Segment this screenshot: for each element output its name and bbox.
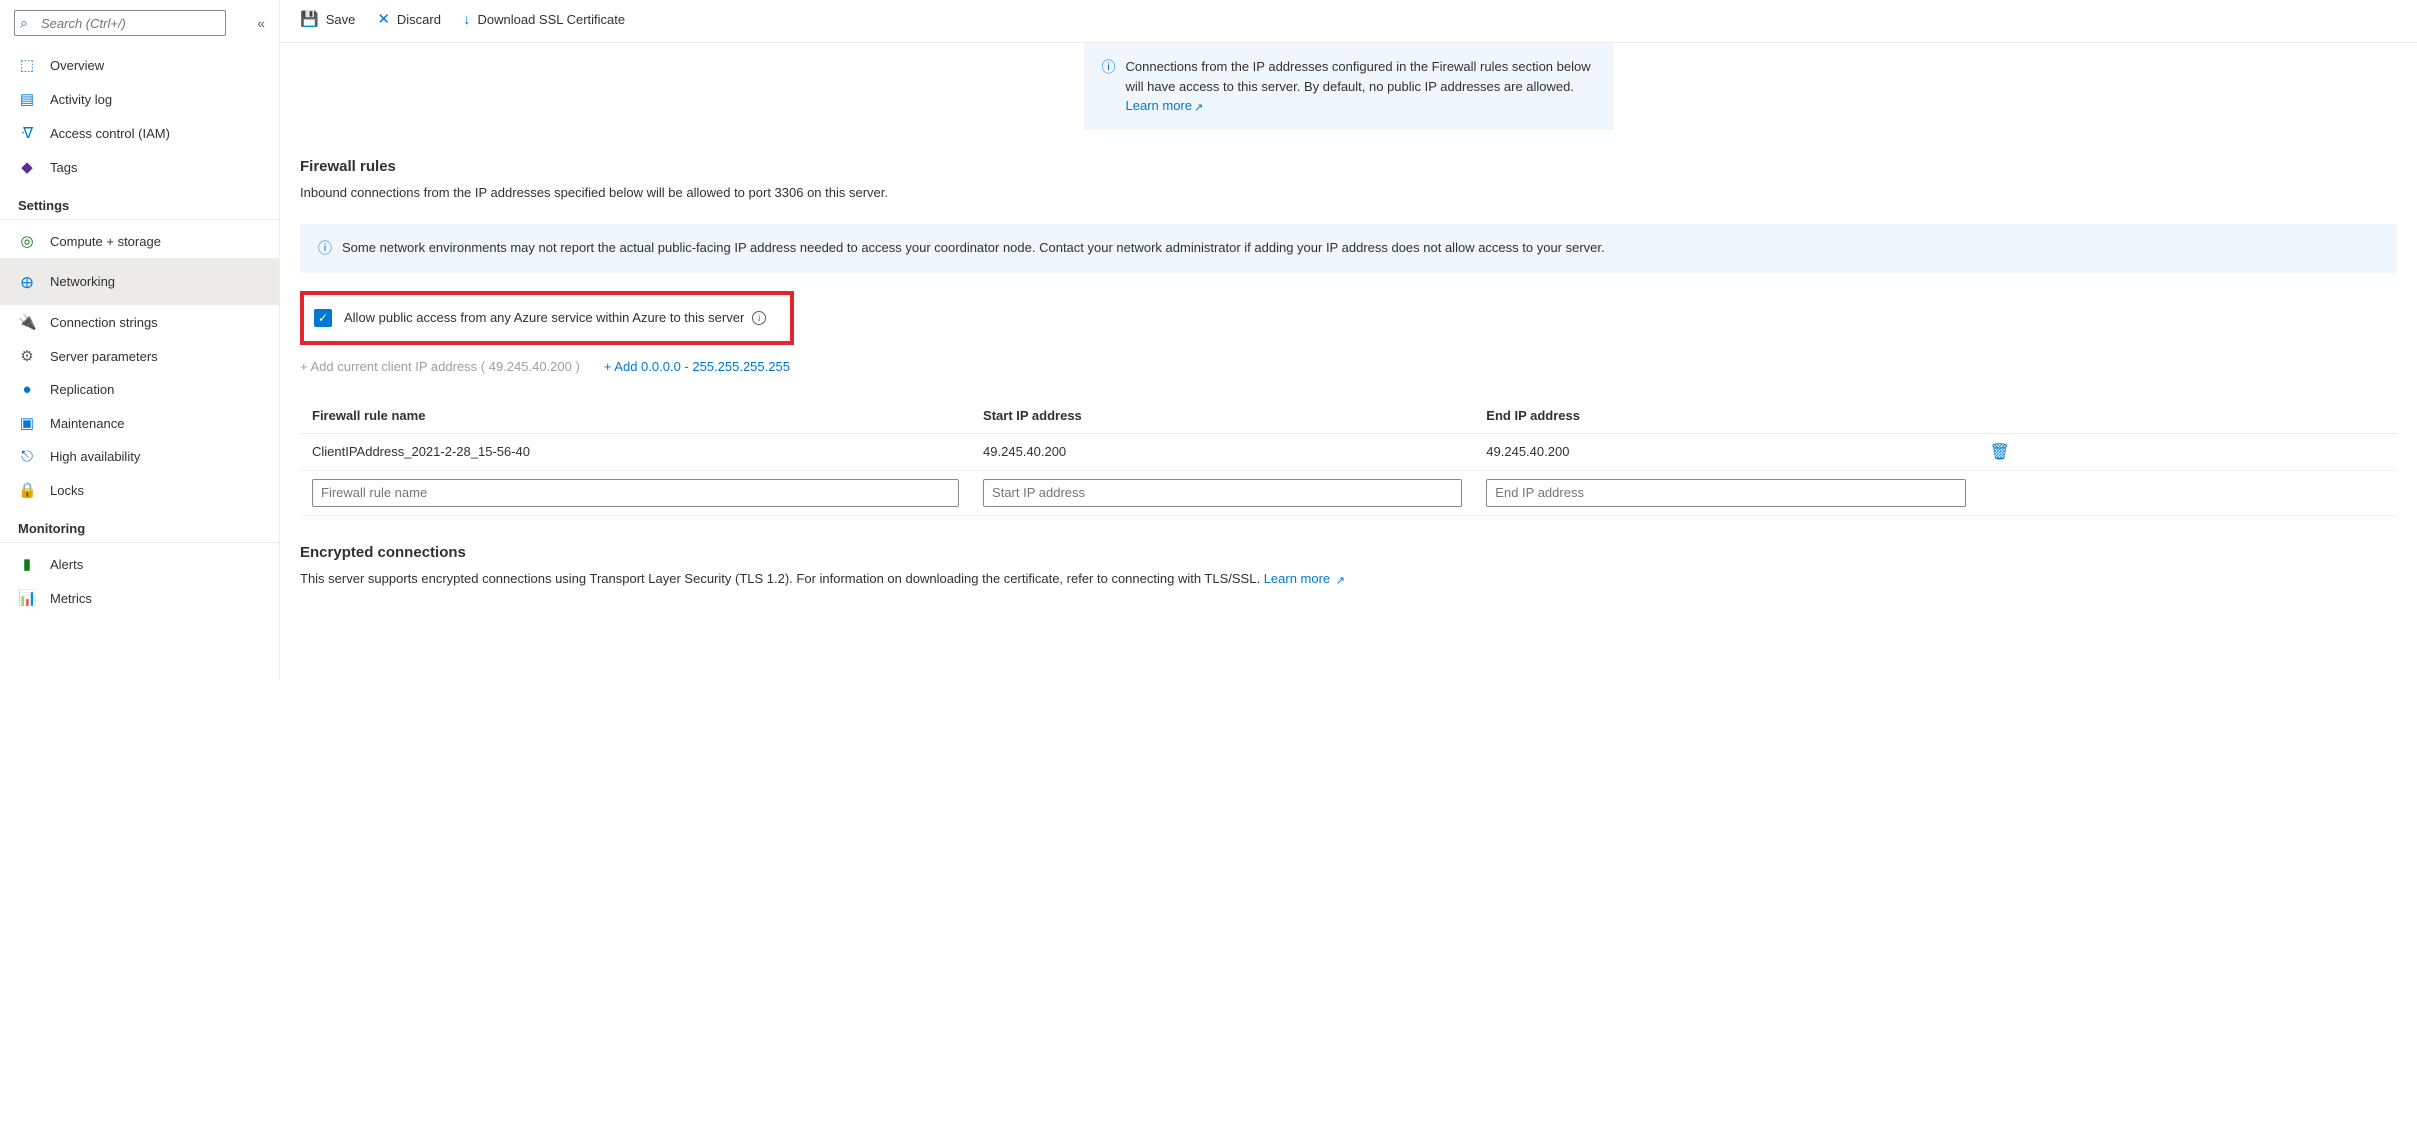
nav-label: Networking (50, 274, 115, 289)
sidebar-item-activity-log[interactable]: ▤ Activity log (0, 82, 279, 116)
sidebar: ⌕ « ⬚ Overview ▤ Activity log ᐌ Access contro… (0, 0, 280, 680)
nav-section-settings: Settings (0, 184, 279, 220)
nav-icon: 🔌 (18, 313, 36, 331)
nav-label: Compute + storage (50, 234, 161, 249)
nav-label: Access control (IAM) (50, 126, 170, 141)
discard-icon: ✕ (377, 10, 390, 28)
external-link-icon: ↗ (1194, 100, 1203, 117)
nav-icon: ▮ (18, 555, 36, 573)
sidebar-item-access-control-iam-[interactable]: ᐌ Access control (IAM) (0, 116, 279, 150)
firewall-rules-description: Inbound connections from the IP addresse… (300, 185, 2397, 200)
nav-icon: ▤ (18, 90, 36, 108)
encrypted-connections-description: This server supports encrypted connectio… (300, 571, 1264, 586)
sidebar-item-high-availability[interactable]: ⎋ High availability (0, 440, 279, 473)
nav-label: Overview (50, 58, 104, 73)
add-full-range-button[interactable]: + Add 0.0.0.0 - 255.255.255.255 (604, 359, 790, 374)
table-row: ClientIPAddress_2021-2-28_15-56-40 49.24… (300, 433, 2397, 470)
search-icon: ⌕ (20, 15, 28, 32)
nav-icon: ● (18, 381, 36, 398)
nav-icon: ▣ (18, 414, 36, 432)
sidebar-item-maintenance[interactable]: ▣ Maintenance (0, 406, 279, 440)
allow-azure-checkbox[interactable]: ✓ (314, 309, 332, 327)
sidebar-item-networking[interactable]: 🜨 Networking (0, 258, 279, 305)
table-row-new (300, 470, 2397, 515)
toolbar: 💾 Save ✕ Discard ↓ Download SSL Certific… (280, 0, 2417, 43)
sidebar-item-metrics[interactable]: 📊 Metrics (0, 581, 279, 615)
nav-label: Maintenance (50, 416, 124, 431)
search-input[interactable] (14, 10, 226, 36)
sidebar-item-alerts[interactable]: ▮ Alerts (0, 547, 279, 581)
nav-icon: 📊 (18, 589, 36, 607)
nav-icon: ᐌ (18, 124, 36, 142)
new-rule-name-input[interactable] (312, 479, 959, 507)
nav-label: Replication (50, 382, 114, 397)
info-box-network: ⓘ Some network environments may not repo… (300, 224, 2397, 273)
nav-label: Tags (50, 160, 77, 175)
save-button[interactable]: 💾 Save (300, 10, 355, 28)
nav-icon: ◆ (18, 158, 36, 176)
info-icon: ⓘ (318, 238, 332, 259)
nav-section-monitoring: Monitoring (0, 507, 279, 543)
sidebar-item-compute-storage[interactable]: ◎ Compute + storage (0, 224, 279, 258)
nav-label: Metrics (50, 591, 92, 606)
nav-label: Alerts (50, 557, 83, 572)
add-current-ip-button[interactable]: + Add current client IP address ( 49.245… (300, 359, 580, 374)
info-icon: ⓘ (1102, 57, 1116, 116)
nav-label: High availability (50, 449, 140, 464)
sidebar-item-overview[interactable]: ⬚ Overview (0, 48, 279, 82)
nav-label: Activity log (50, 92, 112, 107)
sidebar-item-tags[interactable]: ◆ Tags (0, 150, 279, 184)
collapse-sidebar-icon[interactable]: « (257, 15, 265, 31)
info-box-top: ⓘ Connections from the IP addresses conf… (1084, 43, 1614, 130)
delete-rule-icon[interactable]: 🗑 (1990, 444, 2010, 461)
nav-icon: ⚙ (18, 347, 36, 365)
allow-azure-label: Allow public access from any Azure servi… (344, 310, 744, 325)
nav-icon: ⬚ (18, 56, 36, 74)
nav-icon: ⎋ (18, 448, 36, 465)
learn-more-link[interactable]: Learn more↗ (1126, 98, 1204, 113)
download-icon: ↓ (463, 11, 471, 28)
new-end-ip-input[interactable] (1486, 479, 1965, 507)
download-ssl-button[interactable]: ↓ Download SSL Certificate (463, 11, 625, 28)
nav-icon: 🜨 (18, 266, 36, 297)
new-start-ip-input[interactable] (983, 479, 1462, 507)
discard-button[interactable]: ✕ Discard (377, 10, 441, 28)
nav-icon: ◎ (18, 232, 36, 250)
firewall-rules-heading: Firewall rules (300, 158, 2397, 175)
sidebar-item-replication[interactable]: ● Replication (0, 373, 279, 406)
col-rule-name: Firewall rule name (300, 398, 971, 434)
nav-icon: 🔒 (18, 481, 36, 499)
col-start-ip: Start IP address (971, 398, 1474, 434)
nav-label: Server parameters (50, 349, 158, 364)
sidebar-item-locks[interactable]: 🔒 Locks (0, 473, 279, 507)
sidebar-item-server-parameters[interactable]: ⚙ Server parameters (0, 339, 279, 373)
firewall-rules-table: Firewall rule name Start IP address End … (300, 398, 2397, 516)
info-tooltip-icon[interactable]: i (752, 311, 766, 325)
external-link-icon: ↗ (1336, 574, 1345, 587)
azure-access-highlight: ✓ Allow public access from any Azure ser… (300, 291, 794, 345)
col-end-ip: End IP address (1474, 398, 1977, 434)
nav-label: Locks (50, 483, 84, 498)
encrypted-connections-heading: Encrypted connections (300, 544, 2397, 561)
sidebar-item-connection-strings[interactable]: 🔌 Connection strings (0, 305, 279, 339)
learn-more-tls-link[interactable]: Learn more ↗ (1264, 571, 1345, 586)
nav-label: Connection strings (50, 315, 158, 330)
save-icon: 💾 (300, 10, 319, 28)
